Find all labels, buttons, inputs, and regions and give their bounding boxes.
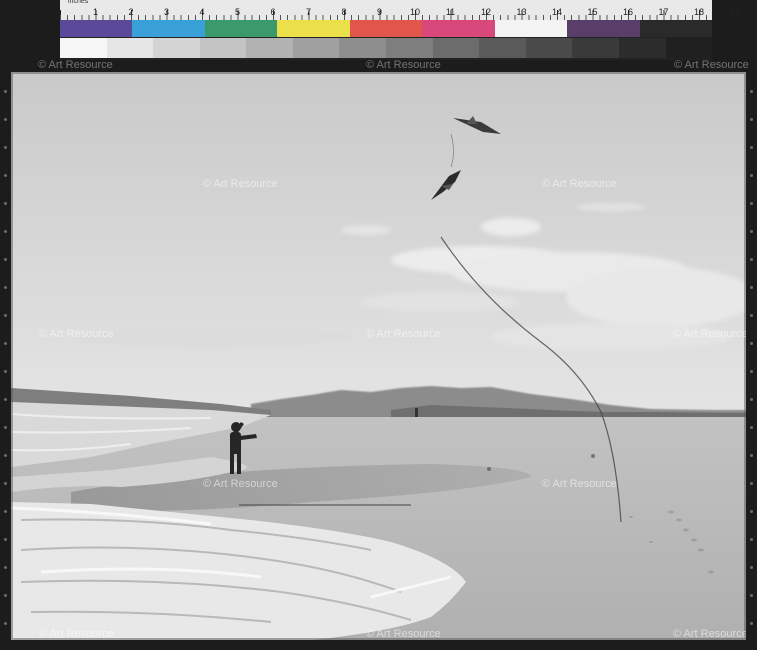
perforation-dot xyxy=(750,202,753,205)
sky xyxy=(11,72,746,412)
perforation-dot xyxy=(4,482,7,485)
perforation-dot xyxy=(4,258,7,261)
perforation-dot xyxy=(750,230,753,233)
perforation-dot xyxy=(750,622,753,625)
perforation-dot xyxy=(750,594,753,597)
gray-swatch xyxy=(386,38,433,58)
color-swatch xyxy=(639,20,712,37)
ruler-number: 15 xyxy=(587,7,598,17)
color-swatch xyxy=(567,20,640,37)
gray-swatch xyxy=(432,38,480,58)
gray-swatch xyxy=(199,38,247,58)
color-swatch xyxy=(349,20,423,37)
perforation-dot xyxy=(750,342,753,345)
color-swatch xyxy=(132,20,205,37)
ruler-number: 17 xyxy=(658,7,669,17)
distant-person xyxy=(415,408,418,417)
ruler-number: 13 xyxy=(516,7,527,17)
gray-swatch xyxy=(106,38,154,58)
gray-swatch xyxy=(572,38,619,58)
perforation-dot xyxy=(4,454,7,457)
ruler-number: 11 xyxy=(445,7,456,17)
gray-swatch xyxy=(60,38,107,58)
perforation-dot xyxy=(750,258,753,261)
gray-swatch xyxy=(153,38,200,58)
color-swatch-strip xyxy=(60,20,712,37)
perforation-dot xyxy=(4,538,7,541)
gray-swatch xyxy=(525,38,573,58)
ruler-number: 14 xyxy=(551,7,563,17)
ruler-number: 6 xyxy=(270,7,276,17)
color-swatch xyxy=(422,20,495,37)
inch-ruler: inches 1 2 3 4 5 6 7 8 9 10 11 12 13 14 15 16 17 18 19 xyxy=(60,0,740,20)
ruler-number: 7 xyxy=(305,7,312,17)
color-swatch xyxy=(277,20,350,37)
watermark: © Art Resource xyxy=(674,59,749,71)
perforation-dot xyxy=(750,538,753,541)
perforation-dot xyxy=(750,482,753,485)
perforation-dot xyxy=(4,622,7,625)
perforation-dot xyxy=(4,314,7,317)
perforation-dot xyxy=(750,566,753,569)
color-calibration-target: inches 1 2 3 4 5 6 7 8 9 10 11 12 13 14 15 16 17 18 19 xyxy=(60,0,740,60)
watermark: © Art Resource xyxy=(38,59,113,71)
ruler-number: 19 xyxy=(729,7,740,17)
perforation-dot xyxy=(750,174,753,177)
perforation-dot xyxy=(4,174,7,177)
ruler-number: 2 xyxy=(128,7,134,17)
ruler-number: 10 xyxy=(409,7,421,17)
ruler-number: 8 xyxy=(341,7,347,17)
gray-swatch xyxy=(618,38,666,58)
perforation-dot xyxy=(750,370,753,373)
perforation-dot xyxy=(750,454,753,457)
perforation-dot xyxy=(4,426,7,429)
color-swatch xyxy=(494,20,568,37)
ruler-number: 1 xyxy=(92,7,99,17)
ruler-number: 5 xyxy=(234,7,241,17)
perforation-dot xyxy=(750,314,753,317)
perforation-dot xyxy=(4,510,7,513)
beach-kite-photograph: © Art Resource © Art Resource © Art Reso… xyxy=(11,72,746,640)
perforation-dot xyxy=(4,90,7,93)
color-swatch xyxy=(204,20,278,37)
perforation-dot xyxy=(750,118,753,121)
ruler-unit-label: inches xyxy=(68,0,89,5)
ruler-number: 4 xyxy=(199,7,205,17)
ruler-number: 18 xyxy=(693,7,705,17)
gray-scale-strip xyxy=(60,38,713,58)
perforation-dot xyxy=(4,230,7,233)
ruler-number: 16 xyxy=(622,7,634,17)
perforation-dot xyxy=(4,286,7,289)
gray-swatch xyxy=(292,38,340,58)
ruler-number: 3 xyxy=(163,7,170,17)
gray-swatch xyxy=(339,38,387,58)
perforation-dot xyxy=(750,286,753,289)
perforation-dot xyxy=(4,370,7,373)
watermark: © Art Resource xyxy=(366,59,441,71)
gray-swatch xyxy=(246,38,293,58)
perforation-dot xyxy=(4,398,7,401)
perforation-dot xyxy=(4,202,7,205)
gray-swatch xyxy=(665,38,713,58)
perforation-dot xyxy=(4,566,7,569)
perforation-dot xyxy=(4,118,7,121)
perforation-dot xyxy=(750,510,753,513)
perforation-dot xyxy=(4,342,7,345)
perforation-dot xyxy=(4,146,7,149)
perforation-dot xyxy=(4,594,7,597)
ruler-number: 12 xyxy=(480,7,492,17)
perforation-dot xyxy=(750,398,753,401)
color-swatch xyxy=(60,20,133,37)
gray-swatch xyxy=(479,38,526,58)
ruler-number: 9 xyxy=(376,7,383,17)
perforation-dot xyxy=(750,426,753,429)
perforation-dot xyxy=(750,90,753,93)
perforation-dot xyxy=(750,146,753,149)
photo-scene xyxy=(11,72,746,640)
